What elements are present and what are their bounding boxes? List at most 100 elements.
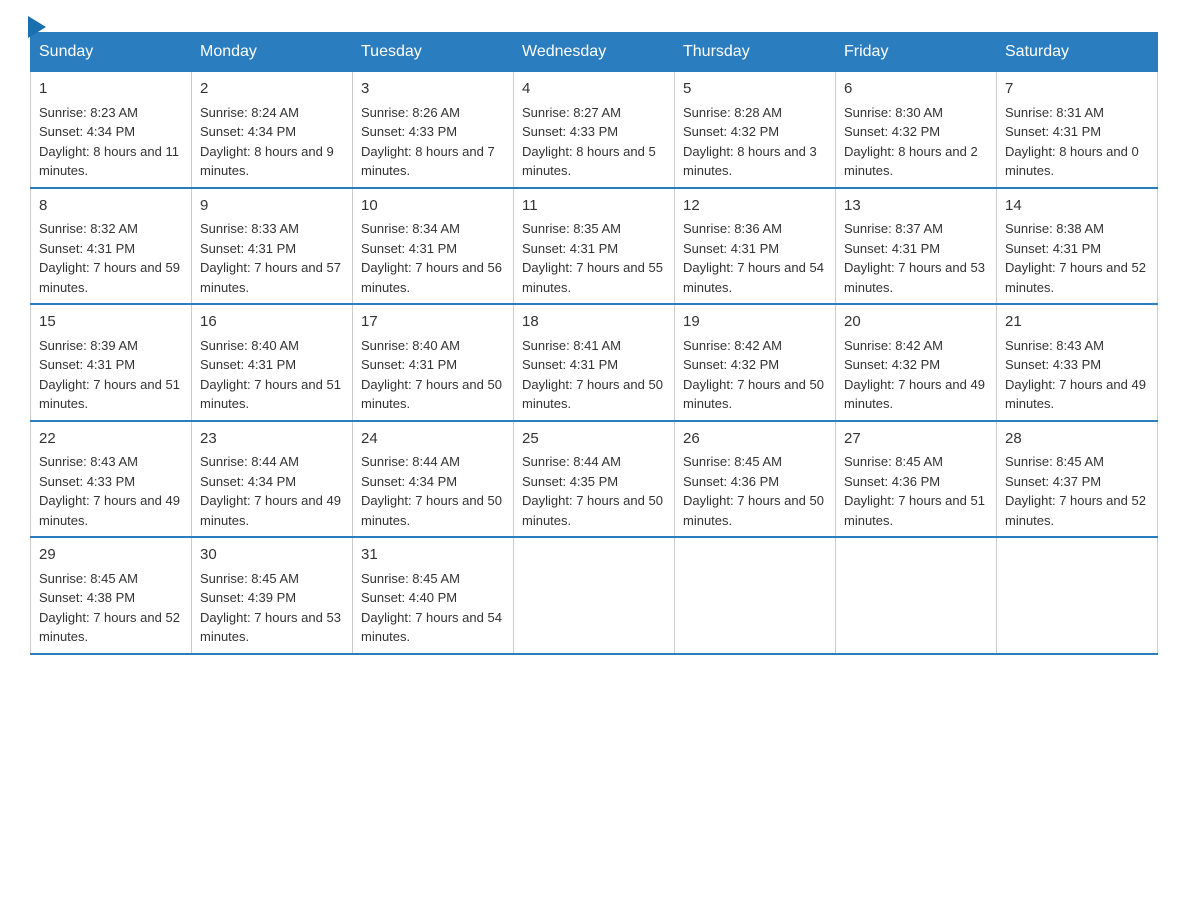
day-number: 27 bbox=[844, 428, 988, 451]
calendar-day-cell: 28 Sunrise: 8:45 AMSunset: 4:37 PMDaylig… bbox=[997, 421, 1158, 538]
day-info: Sunrise: 8:40 AMSunset: 4:31 PMDaylight:… bbox=[361, 338, 502, 412]
day-number: 20 bbox=[844, 311, 988, 334]
day-number: 21 bbox=[1005, 311, 1149, 334]
day-number: 30 bbox=[200, 544, 344, 567]
calendar-day-cell: 12 Sunrise: 8:36 AMSunset: 4:31 PMDaylig… bbox=[675, 188, 836, 305]
day-info: Sunrise: 8:44 AMSunset: 4:35 PMDaylight:… bbox=[522, 454, 663, 528]
calendar-day-cell: 14 Sunrise: 8:38 AMSunset: 4:31 PMDaylig… bbox=[997, 188, 1158, 305]
day-info: Sunrise: 8:44 AMSunset: 4:34 PMDaylight:… bbox=[200, 454, 341, 528]
day-info: Sunrise: 8:45 AMSunset: 4:36 PMDaylight:… bbox=[844, 454, 985, 528]
day-number: 5 bbox=[683, 78, 827, 101]
calendar-day-cell: 2 Sunrise: 8:24 AMSunset: 4:34 PMDayligh… bbox=[192, 72, 353, 188]
day-info: Sunrise: 8:34 AMSunset: 4:31 PMDaylight:… bbox=[361, 221, 502, 295]
day-info: Sunrise: 8:31 AMSunset: 4:31 PMDaylight:… bbox=[1005, 105, 1139, 179]
day-number: 28 bbox=[1005, 428, 1149, 451]
day-number: 19 bbox=[683, 311, 827, 334]
calendar-day-cell: 3 Sunrise: 8:26 AMSunset: 4:33 PMDayligh… bbox=[353, 72, 514, 188]
calendar-day-cell: 16 Sunrise: 8:40 AMSunset: 4:31 PMDaylig… bbox=[192, 304, 353, 421]
calendar-day-cell: 22 Sunrise: 8:43 AMSunset: 4:33 PMDaylig… bbox=[31, 421, 192, 538]
calendar-day-cell bbox=[836, 537, 997, 654]
weekday-header-row: SundayMondayTuesdayWednesdayThursdayFrid… bbox=[31, 33, 1158, 72]
day-number: 6 bbox=[844, 78, 988, 101]
day-number: 11 bbox=[522, 195, 666, 218]
day-info: Sunrise: 8:40 AMSunset: 4:31 PMDaylight:… bbox=[200, 338, 341, 412]
day-info: Sunrise: 8:38 AMSunset: 4:31 PMDaylight:… bbox=[1005, 221, 1146, 295]
day-number: 1 bbox=[39, 78, 183, 101]
day-number: 23 bbox=[200, 428, 344, 451]
day-info: Sunrise: 8:23 AMSunset: 4:34 PMDaylight:… bbox=[39, 105, 179, 179]
calendar-day-cell: 6 Sunrise: 8:30 AMSunset: 4:32 PMDayligh… bbox=[836, 72, 997, 188]
day-number: 10 bbox=[361, 195, 505, 218]
logo-arrow-icon bbox=[28, 16, 50, 38]
day-number: 24 bbox=[361, 428, 505, 451]
calendar-week-row: 22 Sunrise: 8:43 AMSunset: 4:33 PMDaylig… bbox=[31, 421, 1158, 538]
day-number: 26 bbox=[683, 428, 827, 451]
day-info: Sunrise: 8:30 AMSunset: 4:32 PMDaylight:… bbox=[844, 105, 978, 179]
calendar-day-cell: 19 Sunrise: 8:42 AMSunset: 4:32 PMDaylig… bbox=[675, 304, 836, 421]
day-number: 29 bbox=[39, 544, 183, 567]
day-info: Sunrise: 8:39 AMSunset: 4:31 PMDaylight:… bbox=[39, 338, 180, 412]
calendar-day-cell: 20 Sunrise: 8:42 AMSunset: 4:32 PMDaylig… bbox=[836, 304, 997, 421]
calendar-table: SundayMondayTuesdayWednesdayThursdayFrid… bbox=[30, 32, 1158, 655]
calendar-day-cell: 29 Sunrise: 8:45 AMSunset: 4:38 PMDaylig… bbox=[31, 537, 192, 654]
day-info: Sunrise: 8:41 AMSunset: 4:31 PMDaylight:… bbox=[522, 338, 663, 412]
weekday-header-friday: Friday bbox=[836, 33, 997, 72]
day-number: 13 bbox=[844, 195, 988, 218]
day-info: Sunrise: 8:45 AMSunset: 4:36 PMDaylight:… bbox=[683, 454, 824, 528]
weekday-header-monday: Monday bbox=[192, 33, 353, 72]
day-info: Sunrise: 8:33 AMSunset: 4:31 PMDaylight:… bbox=[200, 221, 341, 295]
calendar-day-cell: 18 Sunrise: 8:41 AMSunset: 4:31 PMDaylig… bbox=[514, 304, 675, 421]
page-header bbox=[30, 20, 1158, 22]
day-number: 15 bbox=[39, 311, 183, 334]
day-info: Sunrise: 8:37 AMSunset: 4:31 PMDaylight:… bbox=[844, 221, 985, 295]
calendar-day-cell: 30 Sunrise: 8:45 AMSunset: 4:39 PMDaylig… bbox=[192, 537, 353, 654]
day-info: Sunrise: 8:45 AMSunset: 4:40 PMDaylight:… bbox=[361, 571, 502, 645]
calendar-day-cell: 23 Sunrise: 8:44 AMSunset: 4:34 PMDaylig… bbox=[192, 421, 353, 538]
calendar-day-cell: 31 Sunrise: 8:45 AMSunset: 4:40 PMDaylig… bbox=[353, 537, 514, 654]
calendar-day-cell bbox=[675, 537, 836, 654]
day-info: Sunrise: 8:26 AMSunset: 4:33 PMDaylight:… bbox=[361, 105, 495, 179]
day-number: 31 bbox=[361, 544, 505, 567]
day-number: 2 bbox=[200, 78, 344, 101]
day-number: 4 bbox=[522, 78, 666, 101]
calendar-day-cell: 4 Sunrise: 8:27 AMSunset: 4:33 PMDayligh… bbox=[514, 72, 675, 188]
day-number: 25 bbox=[522, 428, 666, 451]
day-number: 16 bbox=[200, 311, 344, 334]
day-number: 22 bbox=[39, 428, 183, 451]
calendar-day-cell: 15 Sunrise: 8:39 AMSunset: 4:31 PMDaylig… bbox=[31, 304, 192, 421]
day-number: 17 bbox=[361, 311, 505, 334]
calendar-week-row: 1 Sunrise: 8:23 AMSunset: 4:34 PMDayligh… bbox=[31, 72, 1158, 188]
day-number: 14 bbox=[1005, 195, 1149, 218]
calendar-day-cell: 17 Sunrise: 8:40 AMSunset: 4:31 PMDaylig… bbox=[353, 304, 514, 421]
day-number: 12 bbox=[683, 195, 827, 218]
calendar-day-cell: 10 Sunrise: 8:34 AMSunset: 4:31 PMDaylig… bbox=[353, 188, 514, 305]
calendar-day-cell: 5 Sunrise: 8:28 AMSunset: 4:32 PMDayligh… bbox=[675, 72, 836, 188]
calendar-day-cell: 13 Sunrise: 8:37 AMSunset: 4:31 PMDaylig… bbox=[836, 188, 997, 305]
day-info: Sunrise: 8:45 AMSunset: 4:37 PMDaylight:… bbox=[1005, 454, 1146, 528]
day-number: 9 bbox=[200, 195, 344, 218]
day-info: Sunrise: 8:45 AMSunset: 4:39 PMDaylight:… bbox=[200, 571, 341, 645]
weekday-header-wednesday: Wednesday bbox=[514, 33, 675, 72]
day-info: Sunrise: 8:36 AMSunset: 4:31 PMDaylight:… bbox=[683, 221, 824, 295]
day-info: Sunrise: 8:42 AMSunset: 4:32 PMDaylight:… bbox=[683, 338, 824, 412]
day-info: Sunrise: 8:42 AMSunset: 4:32 PMDaylight:… bbox=[844, 338, 985, 412]
weekday-header-sunday: Sunday bbox=[31, 33, 192, 72]
calendar-day-cell bbox=[514, 537, 675, 654]
day-info: Sunrise: 8:28 AMSunset: 4:32 PMDaylight:… bbox=[683, 105, 817, 179]
day-number: 7 bbox=[1005, 78, 1149, 101]
calendar-day-cell: 24 Sunrise: 8:44 AMSunset: 4:34 PMDaylig… bbox=[353, 421, 514, 538]
calendar-day-cell: 26 Sunrise: 8:45 AMSunset: 4:36 PMDaylig… bbox=[675, 421, 836, 538]
day-info: Sunrise: 8:27 AMSunset: 4:33 PMDaylight:… bbox=[522, 105, 656, 179]
calendar-day-cell: 9 Sunrise: 8:33 AMSunset: 4:31 PMDayligh… bbox=[192, 188, 353, 305]
calendar-day-cell: 1 Sunrise: 8:23 AMSunset: 4:34 PMDayligh… bbox=[31, 72, 192, 188]
day-info: Sunrise: 8:44 AMSunset: 4:34 PMDaylight:… bbox=[361, 454, 502, 528]
weekday-header-saturday: Saturday bbox=[997, 33, 1158, 72]
calendar-day-cell: 7 Sunrise: 8:31 AMSunset: 4:31 PMDayligh… bbox=[997, 72, 1158, 188]
day-info: Sunrise: 8:24 AMSunset: 4:34 PMDaylight:… bbox=[200, 105, 334, 179]
day-info: Sunrise: 8:43 AMSunset: 4:33 PMDaylight:… bbox=[39, 454, 180, 528]
weekday-header-thursday: Thursday bbox=[675, 33, 836, 72]
calendar-day-cell: 25 Sunrise: 8:44 AMSunset: 4:35 PMDaylig… bbox=[514, 421, 675, 538]
calendar-day-cell: 8 Sunrise: 8:32 AMSunset: 4:31 PMDayligh… bbox=[31, 188, 192, 305]
calendar-week-row: 29 Sunrise: 8:45 AMSunset: 4:38 PMDaylig… bbox=[31, 537, 1158, 654]
day-info: Sunrise: 8:32 AMSunset: 4:31 PMDaylight:… bbox=[39, 221, 180, 295]
